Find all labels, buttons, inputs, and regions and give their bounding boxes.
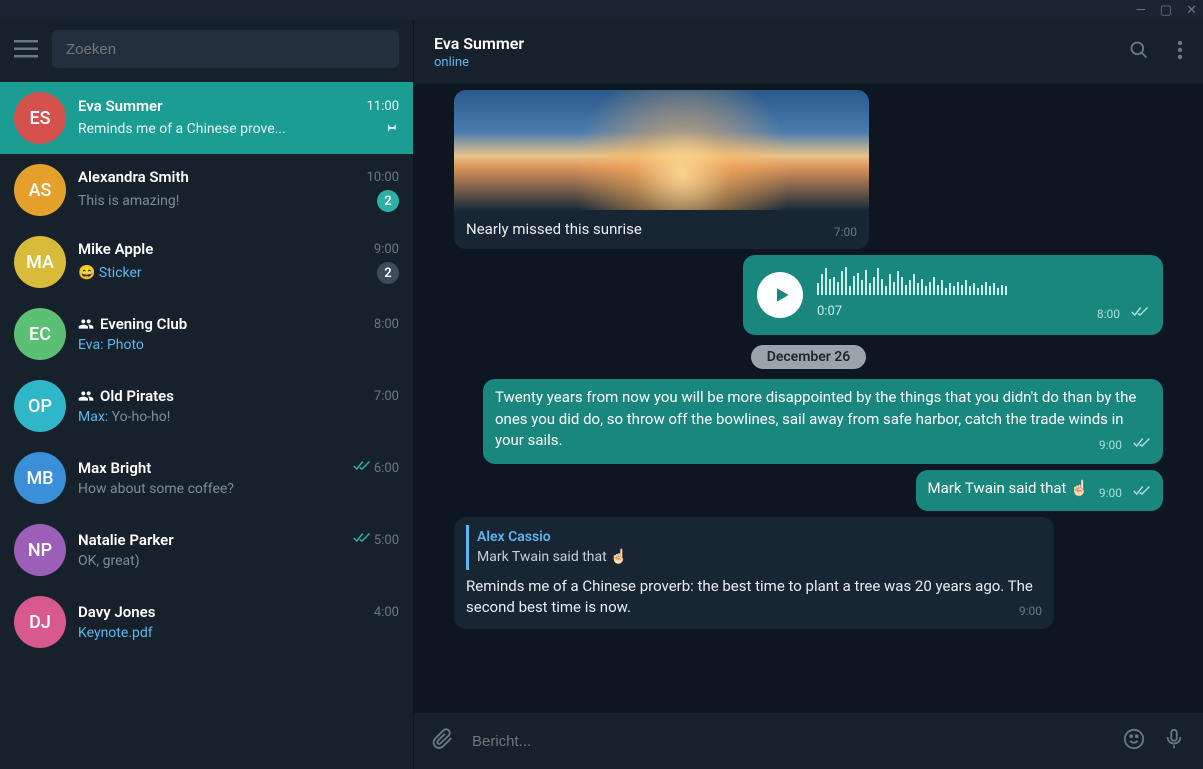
chat-preview: Max: Yo-ho-ho! [78, 409, 170, 425]
play-button[interactable] [757, 272, 803, 318]
chat-item[interactable]: MB Max Bright 6:00 How about some coffee? [0, 442, 413, 514]
sunrise-image [454, 90, 869, 210]
chat-item[interactable]: ES Eva Summer 11:00 Reminds me of a Chinese… [0, 82, 413, 154]
message-time: 8:00 [1097, 305, 1149, 324]
search-input[interactable] [66, 41, 385, 58]
chat-list: ES Eva Summer 11:00 Reminds me of a Chinese… [0, 82, 413, 769]
chat-preview: Eva: Photo [78, 337, 144, 353]
reply-author: Alex Cassio [477, 527, 1034, 547]
unread-badge: 2 [377, 262, 399, 284]
unread-badge: 2 [377, 190, 399, 212]
chat-name: Max Bright [78, 459, 151, 477]
chat-name: Eva Summer [78, 97, 163, 115]
minimize-button[interactable]: — [1136, 3, 1146, 18]
incoming-message[interactable]: Alex Cassio Mark Twain said that ☝🏻 Remi… [454, 517, 1054, 629]
chat-name: Natalie Parker [78, 531, 174, 549]
chat-item[interactable]: DJ Davy Jones 4:00 Keynote.pdf [0, 586, 413, 658]
chat-name: Davy Jones [78, 603, 155, 621]
chat-preview: OK, great) [78, 553, 140, 569]
pin-icon [383, 119, 399, 139]
chat-time: 4:00 [374, 605, 399, 620]
message-time: 9:00 [1099, 436, 1151, 455]
message-time: 9:00 [1019, 603, 1042, 620]
chat-time: 9:00 [374, 242, 399, 257]
contact-status: online [434, 55, 1129, 70]
avatar: NP [14, 524, 66, 576]
chat-time: 7:00 [374, 389, 399, 404]
reply-text: Mark Twain said that ☝🏻 [477, 547, 1034, 567]
message-input[interactable] [472, 733, 1105, 750]
avatar: DJ [14, 596, 66, 648]
messages-area[interactable]: Nearly missed this sunrise 7:00 0:07 8:0… [414, 84, 1203, 713]
chat-name: Alexandra Smith [78, 168, 189, 186]
message-text: Twenty years from now you will be more d… [495, 388, 1136, 450]
avatar: AS [14, 164, 66, 216]
message-time: 9:00 [1099, 484, 1151, 503]
chat-time: 10:00 [367, 170, 399, 185]
search-icon[interactable] [1129, 40, 1149, 64]
message-text: Mark Twain said that ☝🏻 [928, 479, 1089, 497]
reply-reference[interactable]: Alex Cassio Mark Twain said that ☝🏻 [466, 525, 1042, 570]
read-check-icon [1133, 436, 1151, 455]
avatar: ES [14, 92, 66, 144]
image-caption: Nearly missed this sunrise [466, 219, 642, 241]
close-button[interactable]: ✕ [1186, 3, 1197, 18]
image-message[interactable]: Nearly missed this sunrise 7:00 [454, 90, 869, 249]
chat-name: Evening Club [78, 315, 187, 333]
chat-preview: How about some coffee? [78, 481, 234, 497]
message-input-bar [414, 713, 1203, 769]
avatar: EC [14, 308, 66, 360]
chat-item[interactable]: NP Natalie Parker 5:00 OK, great) [0, 514, 413, 586]
date-separator: December 26 [751, 345, 867, 369]
chat-name: Mike Apple [78, 240, 153, 258]
chat-time: 5:00 [353, 532, 399, 548]
menu-icon[interactable] [14, 40, 38, 58]
contact-name[interactable]: Eva Summer [434, 34, 1129, 53]
microphone-icon[interactable] [1163, 728, 1185, 754]
chat-preview: Reminds me of a Chinese prove... [78, 121, 286, 137]
chat-item[interactable]: EC Evening Club 8:00 Eva: Photo [0, 298, 413, 370]
window-title-bar: — ▢ ✕ [0, 0, 1203, 20]
avatar: OP [14, 380, 66, 432]
waveform[interactable] [817, 265, 1149, 295]
chat-item[interactable]: OP Old Pirates 7:00 Max: Yo-ho-ho! [0, 370, 413, 442]
chat-name: Old Pirates [78, 387, 174, 405]
avatar: MB [14, 452, 66, 504]
read-check-icon [1131, 305, 1149, 324]
chat-time: 11:00 [367, 99, 399, 114]
read-check-icon [1133, 484, 1151, 503]
chat-preview: 😄 Sticker [78, 265, 142, 281]
voice-duration: 0:07 [817, 303, 842, 322]
outgoing-message[interactable]: Twenty years from now you will be more d… [483, 379, 1163, 464]
chat-time: 8:00 [374, 317, 399, 332]
avatar: MA [14, 236, 66, 288]
more-icon[interactable] [1177, 40, 1183, 64]
chat-preview: This is amazing! [78, 193, 179, 209]
sidebar: ES Eva Summer 11:00 Reminds me of a Chinese… [0, 20, 414, 769]
chat-time: 6:00 [353, 460, 399, 476]
search-box[interactable] [52, 30, 399, 68]
voice-message[interactable]: 0:07 8:00 [743, 255, 1163, 334]
emoji-icon[interactable] [1123, 728, 1145, 754]
message-text: Reminds me of a Chinese proverb: the bes… [466, 577, 1033, 617]
chat-header: Eva Summer online [414, 20, 1203, 84]
maximize-button[interactable]: ▢ [1160, 3, 1172, 18]
attach-icon[interactable] [432, 728, 454, 754]
outgoing-message[interactable]: Mark Twain said that ☝🏻 9:00 [916, 470, 1163, 511]
chat-item[interactable]: MA Mike Apple 9:00 😄 Sticker 2 [0, 226, 413, 298]
message-time: 7:00 [834, 224, 857, 241]
main-pane: Eva Summer online Nearly missed this sun… [414, 20, 1203, 769]
chat-item[interactable]: AS Alexandra Smith 10:00 This is amazing! 2 [0, 154, 413, 226]
chat-preview: Keynote.pdf [78, 625, 153, 641]
